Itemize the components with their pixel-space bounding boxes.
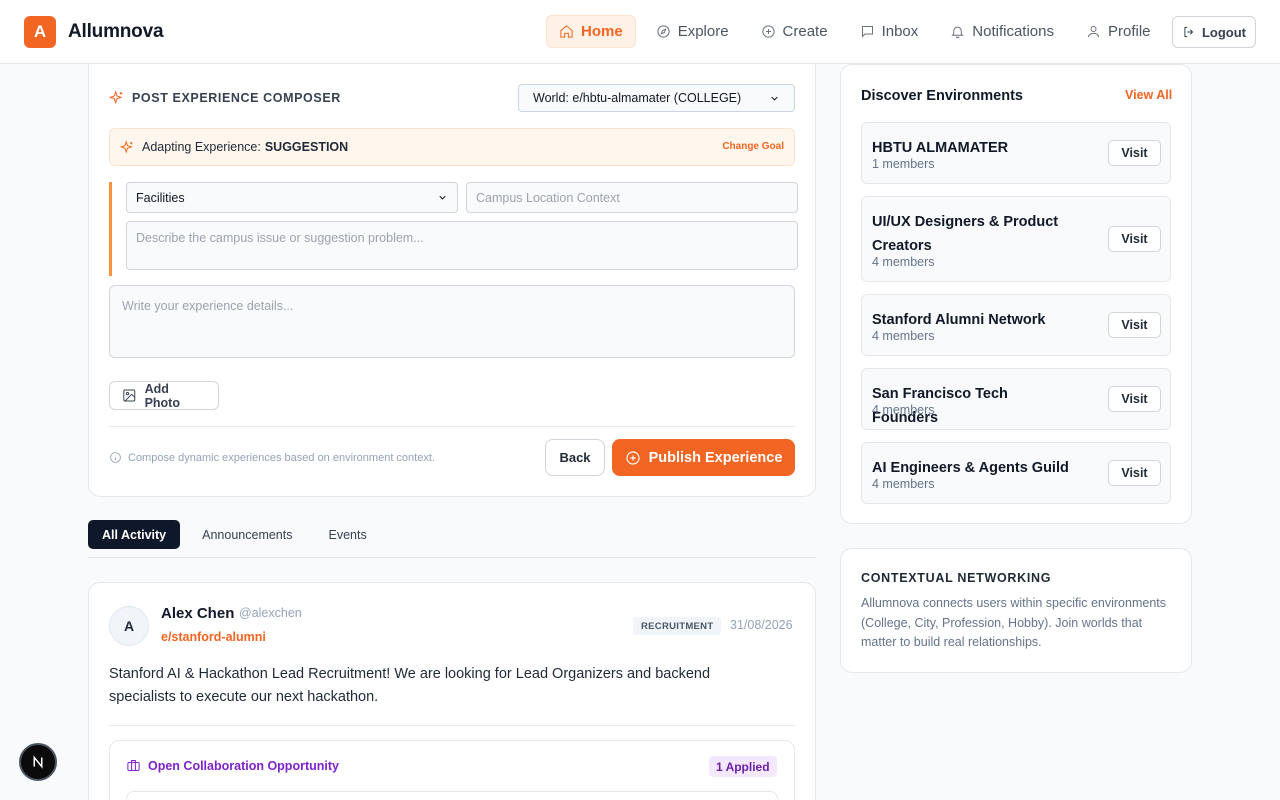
publish-label: Publish Experience: [648, 449, 783, 466]
collaboration-details: [126, 791, 778, 800]
environment-item[interactable]: San Francisco Tech Founders 4 members Vi…: [861, 368, 1171, 430]
message-icon: [861, 26, 873, 38]
environment-name: UI/UX Designers & Product Creators: [872, 214, 1059, 254]
applied-count-badge: 1 Applied: [709, 756, 777, 777]
image-icon: [123, 389, 136, 402]
back-button[interactable]: Back: [545, 439, 605, 476]
environment-item[interactable]: AI Engineers & Agents Guild 4 members Vi…: [861, 442, 1171, 504]
adapting-label: Adapting Experience:: [142, 140, 261, 154]
user-icon: [1087, 26, 1099, 38]
nav-inbox[interactable]: Inbox: [848, 15, 931, 48]
nav-profile-label: Profile: [1107, 23, 1151, 40]
logout-icon: [1184, 26, 1194, 38]
environment-members: 4 members: [872, 329, 935, 343]
post-environment-link[interactable]: e/stanford-alumni: [161, 630, 266, 644]
brand-logo: A: [24, 15, 56, 48]
publish-experience-button[interactable]: Publish Experience: [612, 439, 795, 476]
nav-home[interactable]: Home: [546, 15, 636, 48]
logout-label: Logout: [1201, 24, 1247, 40]
tab-all-activity[interactable]: All Activity: [88, 520, 181, 549]
context-fields: Facilities Campus Location Context Descr…: [109, 182, 798, 276]
environment-members: 1 members: [872, 157, 935, 171]
sparkles-icon: [120, 139, 133, 153]
networking-title: CONTEXTUAL NETWORKING: [861, 571, 1052, 585]
nav-inbox-label: Inbox: [881, 23, 919, 40]
compass-icon: [657, 25, 670, 38]
home-icon: [560, 25, 573, 38]
add-photo-label: Add Photo: [144, 381, 180, 410]
composer-heading: POST EXPERIENCE COMPOSER: [109, 90, 341, 106]
experience-composer: POST EXPERIENCE COMPOSER World: e/hbtu-a…: [88, 64, 816, 497]
visit-button[interactable]: Visit: [1108, 226, 1161, 252]
visit-button[interactable]: Visit: [1108, 460, 1161, 486]
nav-notifications-label: Notifications: [972, 23, 1054, 40]
sparkles-icon: [109, 90, 123, 105]
visit-button[interactable]: Visit: [1108, 312, 1161, 338]
dev-tools-button[interactable]: [19, 743, 57, 781]
experience-details-textarea[interactable]: Write your experience details...: [109, 285, 795, 358]
environment-members: 4 members: [872, 477, 935, 491]
chevron-down-icon: [771, 96, 778, 101]
collaboration-title-label: Open Collaboration Opportunity: [148, 758, 339, 773]
plus-circle-icon: [761, 25, 775, 38]
plus-circle-icon: [626, 450, 640, 465]
post-card: A Alex Chen @alexchen e/stanford-alumni …: [88, 582, 816, 800]
environment-item[interactable]: Stanford Alumni Network 4 members Visit: [861, 294, 1171, 356]
feed-tabs: All Activity Announcements Events: [88, 520, 816, 558]
post-handle: @alexchen: [239, 606, 302, 620]
discover-environments-card: Discover Environments View All HBTU ALMA…: [840, 64, 1192, 524]
environment-members: 4 members: [872, 255, 935, 269]
briefcase-icon: [127, 760, 140, 771]
tab-announcements[interactable]: Announcements: [188, 520, 306, 549]
adapting-experience-bar: Adapting Experience: SUGGESTION Change G…: [109, 128, 795, 166]
main-nav: Home Explore Create Inbox Notifications …: [546, 15, 1171, 48]
post-author[interactable]: Alex Chen: [161, 605, 234, 622]
composer-divider: [109, 426, 795, 427]
issue-description-textarea[interactable]: Describe the campus issue or suggestion …: [126, 221, 798, 270]
nav-create-label: Create: [782, 23, 828, 40]
collaboration-panel: Open Collaboration Opportunity 1 Applied: [109, 740, 795, 800]
next-logo-icon: [33, 755, 43, 769]
tab-events[interactable]: Events: [314, 520, 380, 549]
visit-button[interactable]: Visit: [1108, 140, 1161, 166]
view-all-link[interactable]: View All: [1125, 88, 1172, 102]
environment-members: 4 members: [872, 403, 935, 417]
nav-explore[interactable]: Explore: [644, 15, 741, 48]
logout-button[interactable]: Logout: [1172, 16, 1256, 48]
campus-location-input[interactable]: Campus Location Context: [466, 182, 798, 213]
info-icon: [110, 452, 121, 463]
post-divider: [109, 725, 795, 726]
nav-home-label: Home: [581, 23, 623, 40]
category-select-value: Facilities: [136, 190, 185, 205]
chevron-down-icon: [439, 195, 446, 200]
post-body: Stanford AI & Hackathon Lead Recruitment…: [109, 666, 711, 705]
composer-heading-label: POST EXPERIENCE COMPOSER: [132, 91, 341, 105]
nav-notifications[interactable]: Notifications: [938, 15, 1066, 48]
nav-create[interactable]: Create: [749, 15, 840, 48]
discover-title: Discover Environments: [861, 88, 1023, 104]
category-select[interactable]: Facilities: [126, 182, 458, 213]
environment-item[interactable]: UI/UX Designers & Product Creators 4 mem…: [861, 196, 1171, 282]
nav-profile[interactable]: Profile: [1074, 15, 1163, 48]
change-goal-link[interactable]: Change Goal: [722, 141, 784, 152]
post-date: 31/08/2026: [730, 618, 793, 632]
collaboration-title: Open Collaboration Opportunity: [126, 758, 339, 773]
top-navbar: A Allumnova Home Explore Create Inbox No…: [0, 0, 1280, 64]
adapting-value: SUGGESTION: [264, 140, 349, 154]
visit-button[interactable]: Visit: [1108, 386, 1161, 412]
avatar[interactable]: A: [109, 606, 149, 646]
bell-icon: [951, 26, 964, 39]
add-photo-button[interactable]: Add Photo: [109, 381, 219, 410]
world-select-value: World: e/hbtu-almamater (COLLEGE): [533, 91, 742, 105]
post-category-badge: RECRUITMENT: [633, 617, 722, 635]
contextual-networking-card: CONTEXTUAL NETWORKING Allumnova connects…: [840, 548, 1192, 673]
composer-hint-text: Compose dynamic experiences based on env…: [128, 451, 435, 464]
world-select[interactable]: World: e/hbtu-almamater (COLLEGE): [518, 84, 795, 112]
environment-item[interactable]: HBTU ALMAMATER 1 members Visit: [861, 122, 1171, 184]
nav-explore-label: Explore: [677, 23, 729, 40]
composer-hint: Compose dynamic experiences based on env…: [109, 451, 435, 464]
brand[interactable]: A Allumnova: [24, 15, 164, 48]
brand-name: Allumnova: [68, 20, 164, 42]
networking-text: Allumnova connects users within specific…: [861, 596, 1166, 649]
